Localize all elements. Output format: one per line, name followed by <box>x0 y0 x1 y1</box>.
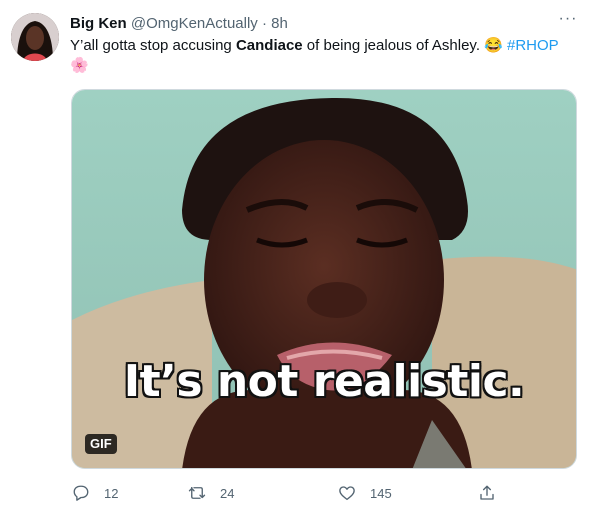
display-name[interactable]: Big Ken <box>70 15 127 32</box>
tweet-text-part1: Y’all gotta stop accusing <box>70 37 236 54</box>
share-icon <box>480 485 494 500</box>
separator-dot: · <box>261 15 267 32</box>
hashtag-link[interactable]: #RHOP <box>507 37 559 54</box>
gif-media[interactable]: It’s not realistic. GIF <box>71 89 577 469</box>
tweet-header: Big Ken @OmgKenActually · 8h <box>70 14 563 34</box>
timestamp[interactable]: 8h <box>271 15 288 32</box>
like-count: 145 <box>370 485 392 501</box>
emoji-line: 🌸 <box>70 57 89 74</box>
more-icon[interactable]: ··· <box>557 10 579 32</box>
share-button[interactable] <box>478 482 510 504</box>
gif-frame-image <box>72 90 576 468</box>
retweet-icon <box>188 487 206 499</box>
retweet-button[interactable]: 24 <box>188 482 234 504</box>
tweet-text-part2: of being jealous of Ashley. 😂 <box>302 37 507 54</box>
gif-badge: GIF <box>85 434 117 454</box>
reply-button[interactable]: 12 <box>72 482 118 504</box>
avatar[interactable] <box>11 13 59 61</box>
tweet-text: Y’all gotta stop accusing Candiace of be… <box>70 36 582 76</box>
tweet-text-mention: Candiace <box>235 37 303 54</box>
user-handle[interactable]: @OmgKenActually <box>131 15 258 32</box>
like-icon <box>339 486 355 501</box>
reply-count: 12 <box>104 485 119 501</box>
tweet-actions: 12 24 145 <box>70 482 510 506</box>
gif-caption: It’s not realistic. <box>123 356 525 407</box>
tweet[interactable]: Big Ken @OmgKenActually · 8h ··· Y’all g… <box>0 0 593 519</box>
reply-icon <box>73 485 89 501</box>
retweet-count: 24 <box>220 485 235 501</box>
like-button[interactable]: 145 <box>338 482 392 504</box>
